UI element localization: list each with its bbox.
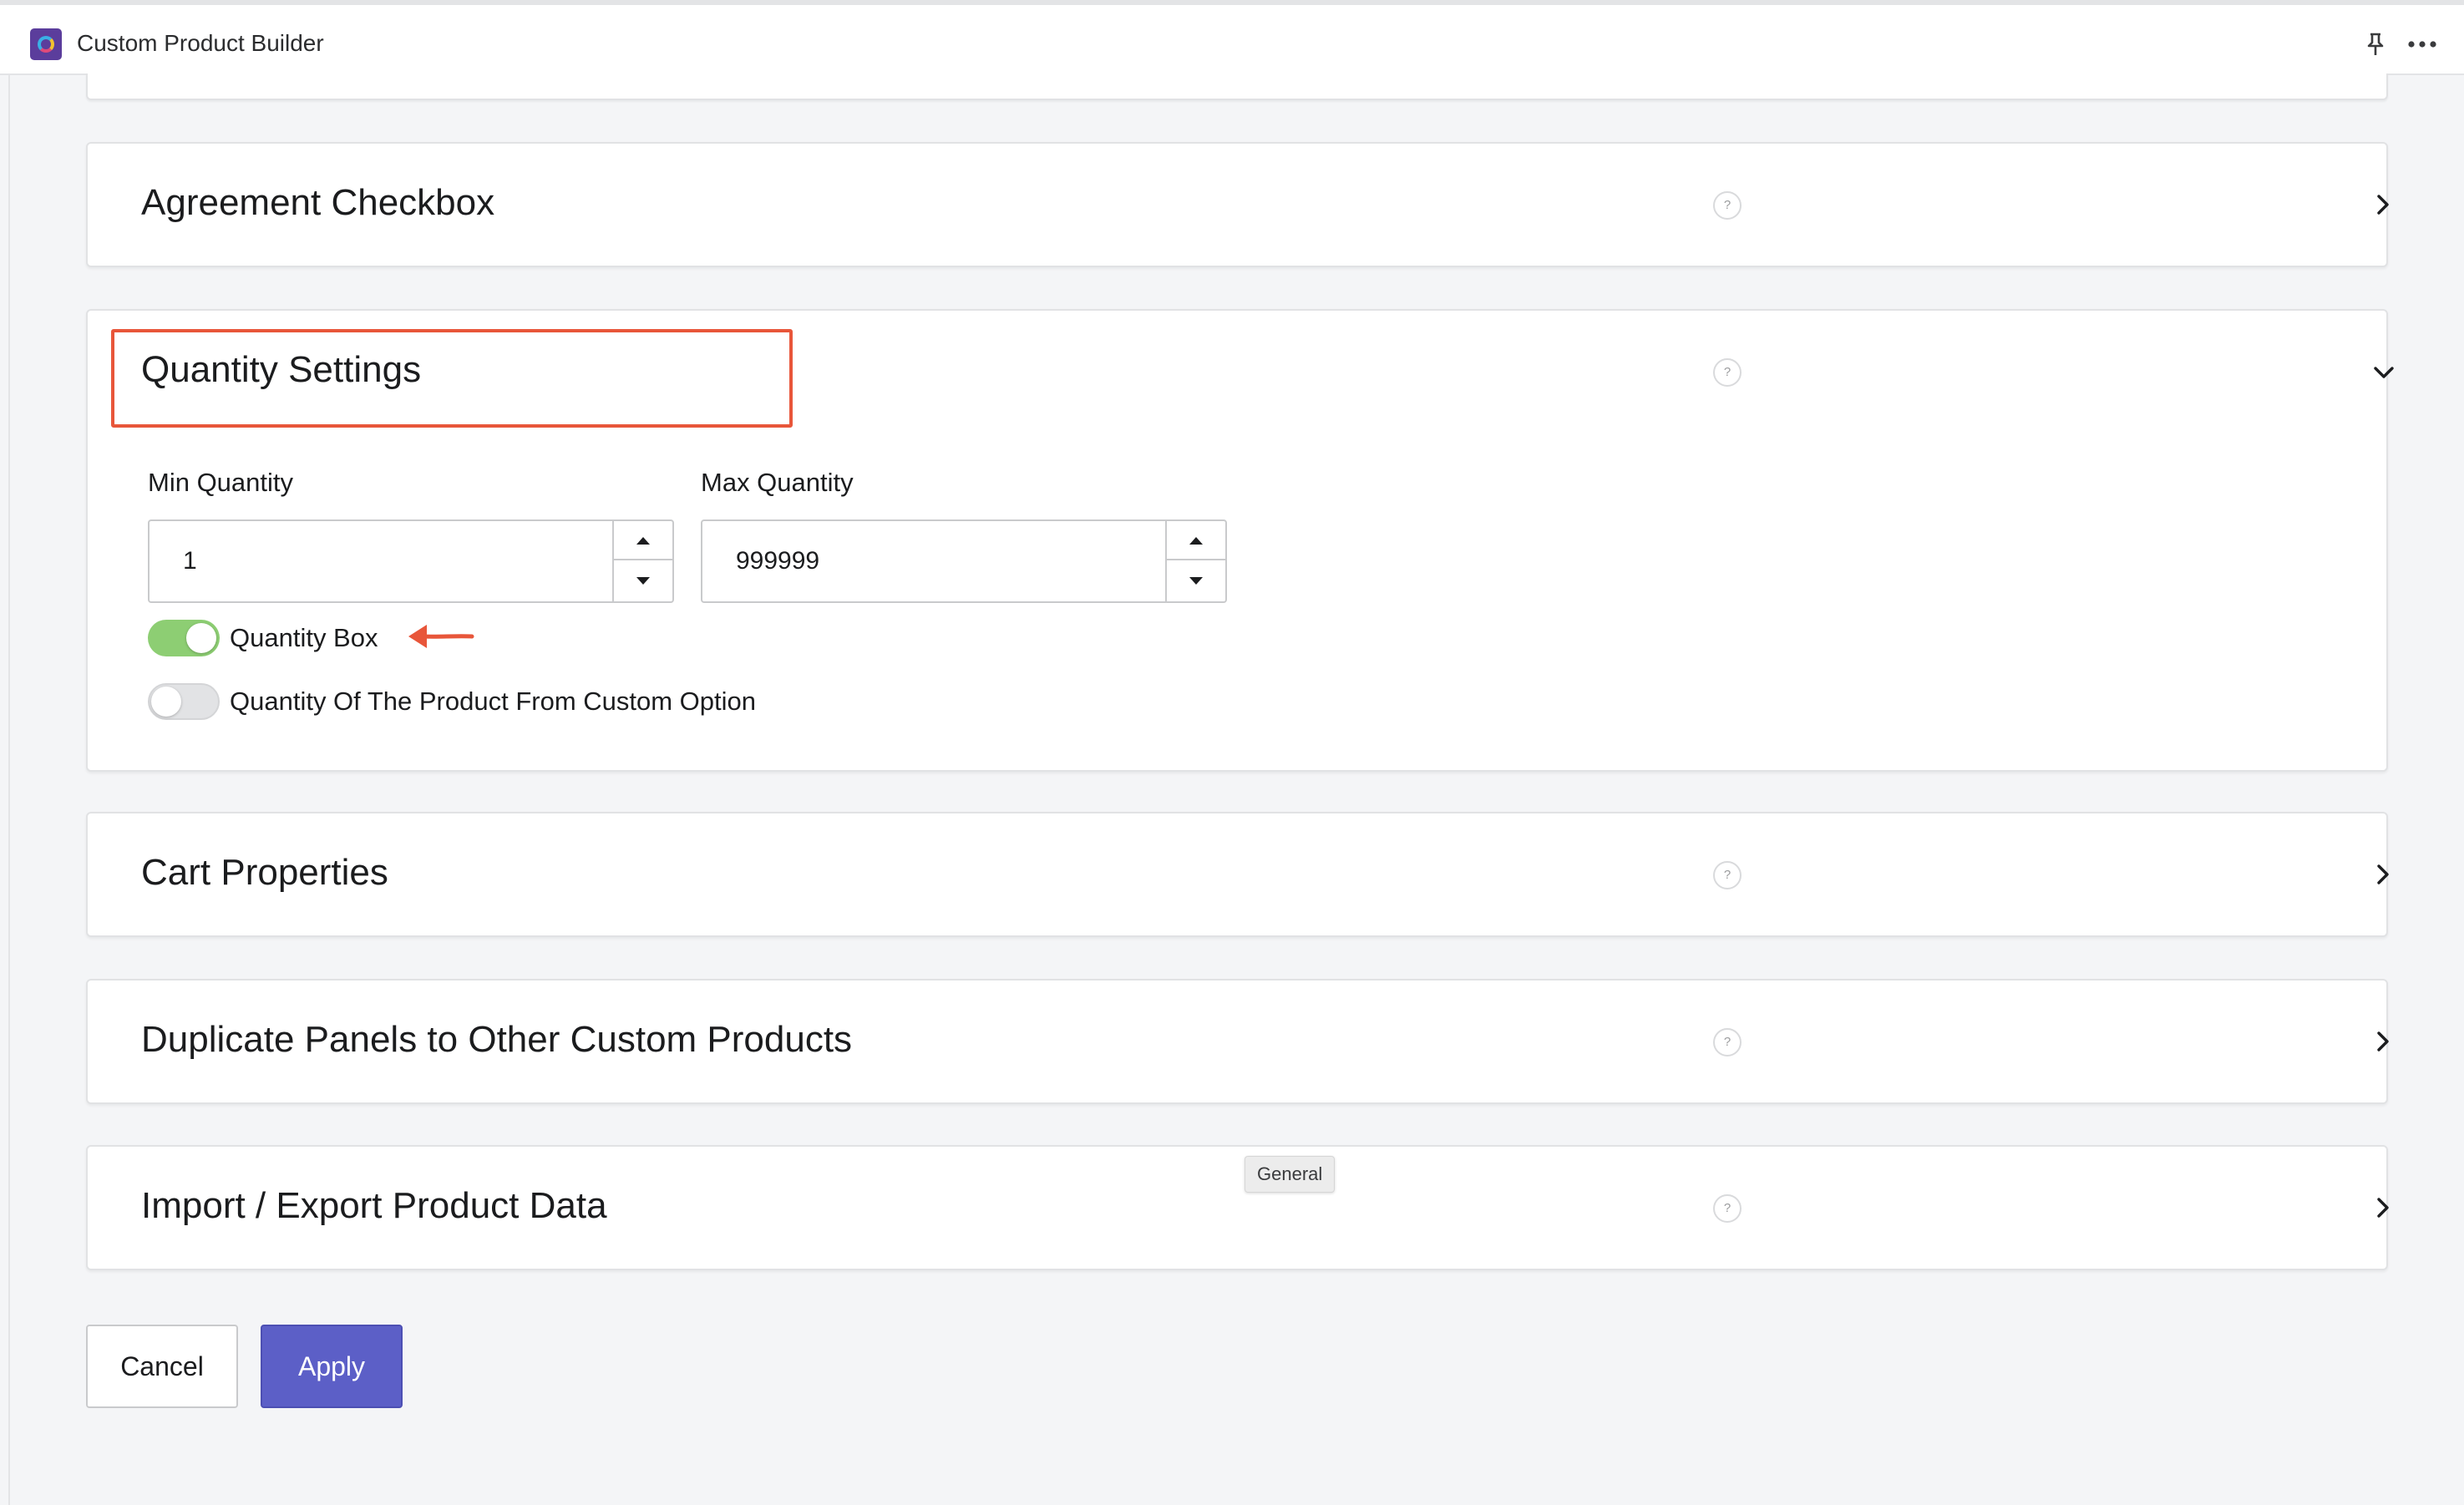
panel-quantity-settings[interactable]: Quantity Settings ? Min Quantity Max Qua…: [86, 309, 2394, 772]
caret-down-icon: [636, 576, 650, 585]
quantity-box-toggle[interactable]: [148, 620, 220, 656]
max-quantity-stepper[interactable]: [701, 519, 1227, 603]
help-icon[interactable]: ?: [1713, 1028, 1742, 1057]
chevron-right-icon[interactable]: [2373, 862, 2393, 887]
panel-duplicate-panels[interactable]: Duplicate Panels to Other Custom Product…: [86, 979, 2389, 1104]
apply-button[interactable]: Apply: [261, 1325, 403, 1408]
cancel-button[interactable]: Cancel: [86, 1325, 238, 1408]
chevron-down-icon[interactable]: [2371, 362, 2396, 383]
panel-title: Duplicate Panels to Other Custom Product…: [141, 1019, 853, 1060]
general-tooltip: General: [1245, 1156, 1336, 1193]
panel-title: Import / Export Product Data: [141, 1185, 607, 1226]
help-icon[interactable]: ?: [1713, 861, 1742, 889]
help-icon[interactable]: ?: [1713, 358, 1742, 387]
min-quantity-input[interactable]: [150, 521, 612, 601]
chevron-right-icon[interactable]: [2373, 1029, 2393, 1054]
panel-title: Cart Properties: [141, 852, 388, 893]
panel-title: Quantity Settings: [141, 349, 422, 390]
min-quantity-stepper[interactable]: [148, 519, 674, 603]
caret-up-icon: [636, 536, 650, 545]
min-quantity-label: Min Quantity: [148, 468, 294, 497]
pin-icon[interactable]: [2364, 32, 2387, 57]
chevron-right-icon[interactable]: [2373, 192, 2393, 217]
max-quantity-input[interactable]: [702, 521, 1165, 601]
max-quantity-label: Max Quantity: [701, 468, 854, 497]
app-logo-icon: [30, 28, 62, 60]
max-quantity-spinner: [1165, 521, 1225, 601]
decrement-button[interactable]: [614, 561, 672, 600]
panel-title: Agreement Checkbox: [141, 182, 495, 223]
caret-up-icon: [1189, 536, 1203, 545]
panel-import-export[interactable]: Import / Export Product Data ?: [86, 1145, 2389, 1270]
help-icon[interactable]: ?: [1713, 1194, 1742, 1223]
previous-panel-edge: [86, 73, 2388, 100]
custom-option-quantity-label: Quantity Of The Product From Custom Opti…: [230, 687, 757, 716]
decrement-button[interactable]: [1167, 561, 1225, 600]
min-quantity-spinner: [612, 521, 672, 601]
app-header: Custom Product Builder: [0, 0, 2464, 75]
panel-cart-properties[interactable]: Cart Properties ?: [86, 812, 2389, 937]
custom-option-quantity-toggle[interactable]: [148, 683, 220, 720]
quantity-box-label: Quantity Box: [230, 623, 378, 652]
chevron-right-icon[interactable]: [2373, 1195, 2393, 1220]
more-options-icon[interactable]: [2406, 32, 2439, 57]
app-title: Custom Product Builder: [77, 30, 324, 56]
increment-button[interactable]: [1167, 521, 1225, 560]
panel-agreement-checkbox[interactable]: Agreement Checkbox ?: [86, 142, 2389, 267]
annotation-arrow-icon: [408, 625, 474, 648]
left-divider: [8, 75, 10, 1505]
increment-button[interactable]: [614, 521, 672, 560]
help-icon[interactable]: ?: [1713, 191, 1742, 220]
caret-down-icon: [1189, 576, 1203, 585]
